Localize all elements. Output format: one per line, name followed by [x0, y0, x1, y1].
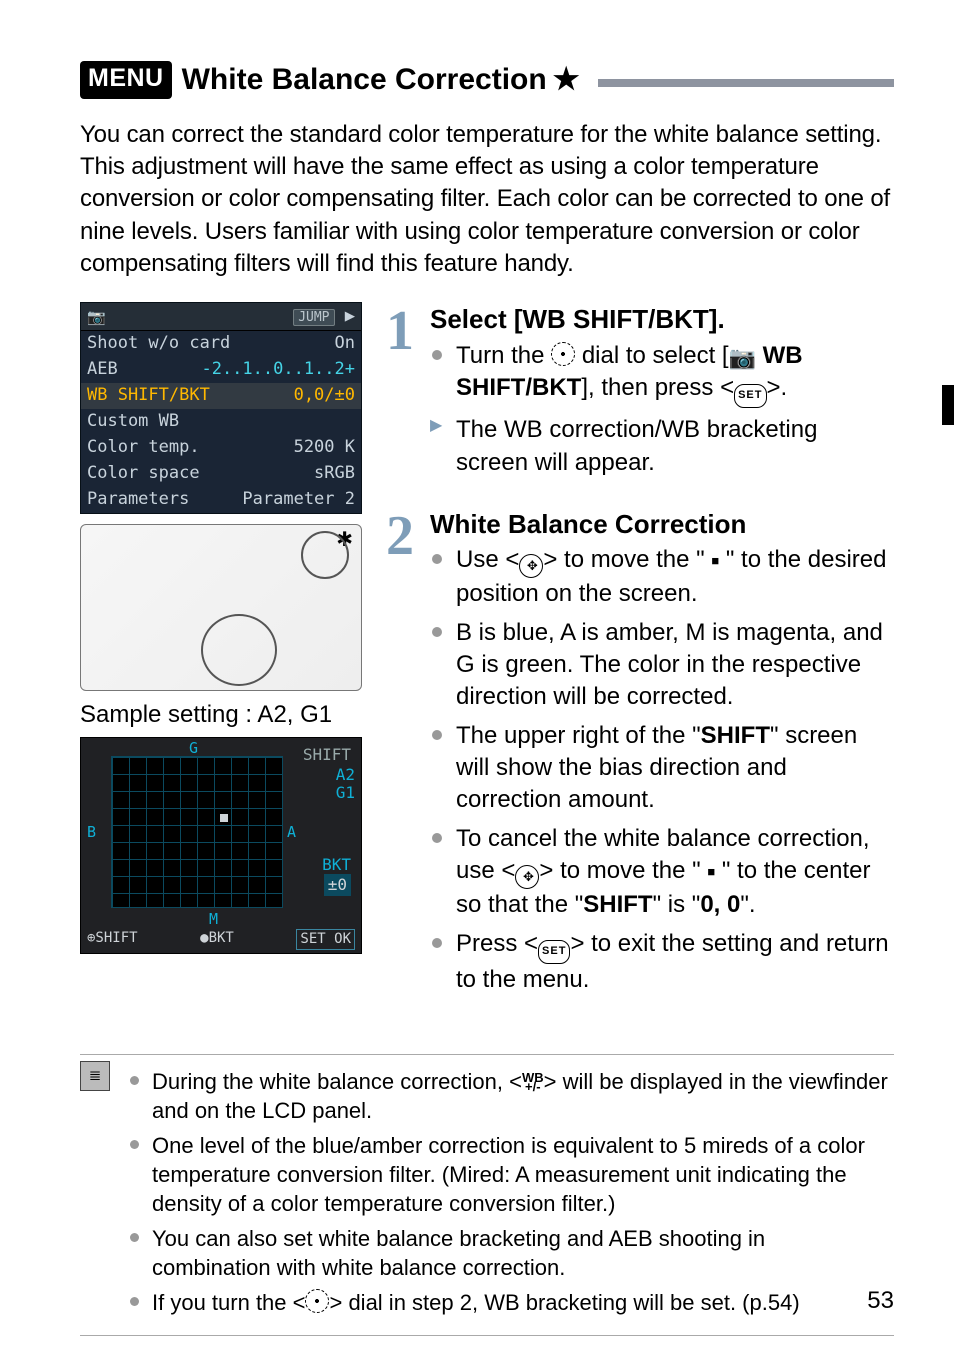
axis-b: B [87, 822, 96, 842]
lcd-row: AEB-2..1..0..1..2+ [81, 357, 361, 383]
note-item: If you turn the <> dial in step 2, WB br… [130, 1288, 888, 1317]
star-icon: ★ [553, 60, 580, 101]
shift-val-1: A2 [336, 766, 355, 784]
intro-paragraph: You can correct the standard color tempe… [80, 119, 894, 281]
step-number: 2 [386, 499, 414, 575]
foot-bkt: ●BKT [200, 929, 234, 950]
step-bullet: Turn the dial to select [📷 WB SHIFT/BKT]… [430, 340, 894, 409]
note-item: You can also set white balance bracketin… [130, 1224, 888, 1282]
shift-label: SHIFT [303, 744, 351, 766]
lcd-row: Color temp.5200 K [81, 435, 361, 461]
lcd-row: ParametersParameter 2 [81, 487, 361, 513]
note-icon: ≣ [80, 1061, 110, 1091]
shift-val-2: G1 [336, 784, 355, 802]
step-bullet: Press <SET> to exit the setting and retu… [430, 928, 894, 996]
step-bullet: The upper right of the "SHIFT" screen wi… [430, 720, 894, 817]
lcd-row: Custom WB [81, 409, 361, 435]
axis-m: M [209, 909, 218, 929]
step-bullet: The WB correction/WB bracketing screen w… [430, 414, 894, 479]
header-rule [598, 79, 894, 87]
bkt-value: ±0 [324, 874, 351, 896]
step-title: Select [WB SHIFT/BKT]. [430, 302, 894, 337]
page-header: MENU White Balance Correction ★ [80, 60, 894, 101]
step-number: 1 [386, 294, 414, 370]
lcd-row: Color spacesRGB [81, 461, 361, 487]
step: 1Select [WB SHIFT/BKT].Turn the dial to … [388, 302, 894, 479]
sample-setting-caption: Sample setting : A2, G1 [80, 699, 380, 731]
foot-setok: SET OK [296, 929, 355, 950]
foot-shift: ⊕SHIFT [87, 929, 138, 950]
note-item: During the white balance correction, <WB… [130, 1067, 888, 1125]
lcd-menu-screenshot: 📷 JUMP ▶ Shoot w/o cardOnAEB-2..1..0..1.… [80, 302, 362, 514]
section-tab [942, 385, 954, 425]
step: 2White Balance CorrectionUse <✥> to move… [388, 507, 894, 996]
notes-box: ≣ During the white balance correction, <… [80, 1054, 894, 1336]
step-bullet: To cancel the white balance correction, … [430, 823, 894, 922]
jump-label: JUMP [293, 309, 334, 326]
page-number: 53 [867, 1285, 894, 1317]
arrow-icon: ▶ [345, 306, 355, 326]
note-item: One level of the blue/amber correction i… [130, 1131, 888, 1218]
bkt-label: BKT [322, 854, 351, 876]
step-title: White Balance Correction [430, 507, 894, 542]
lcd-row: WB SHIFT/BKT0,0/±0 [81, 383, 361, 409]
page-title: White Balance Correction [182, 60, 547, 101]
axis-a: A [287, 822, 296, 842]
lcd-row: Shoot w/o cardOn [81, 331, 361, 357]
camera-controls-illustration: ✱ [80, 524, 362, 691]
menu-badge: MENU [80, 61, 172, 99]
wb-shift-screenshot: G B A M SHIFT A2 G1 BKT ±0 ⊕SHIFT ●BKT S… [80, 737, 362, 954]
camera-tab-icon: 📷 [87, 307, 106, 327]
step-bullet: Use <✥> to move the " ■ " to the desired… [430, 544, 894, 610]
step-bullet: B is blue, A is amber, M is magenta, and… [430, 617, 894, 714]
